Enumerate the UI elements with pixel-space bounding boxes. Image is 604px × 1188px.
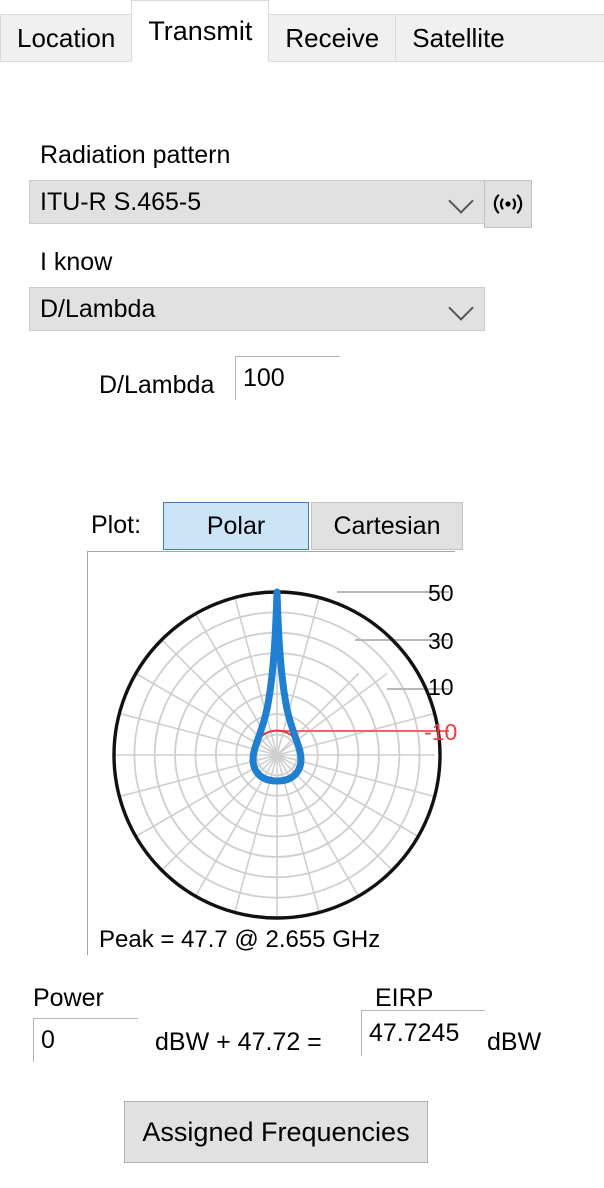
polar-tick-label-10: 10 <box>428 674 454 700</box>
eirp-output <box>361 1010 485 1056</box>
power-equation-text: dBW + 47.72 = <box>155 1028 322 1056</box>
peak-readout: Peak = 47.7 @ 2.655 GHz <box>99 926 381 953</box>
broadcast-icon <box>493 194 523 214</box>
chevron-down-icon <box>448 295 474 321</box>
tab-receive[interactable]: Receive <box>268 14 397 62</box>
pattern-preview-button[interactable] <box>484 180 532 228</box>
plot-toggle-polar[interactable]: Polar <box>163 502 309 550</box>
assigned-frequencies-button[interactable]: Assigned Frequencies <box>124 1101 428 1163</box>
radiation-pattern-value: ITU-R S.465-5 <box>40 187 202 216</box>
tab-strip-filler <box>520 14 604 62</box>
tab-strip: Location Transmit Receive Satellite <box>0 0 604 62</box>
tab-bar: Location Transmit Receive Satellite <box>0 0 604 62</box>
d-lambda-label: D/Lambda <box>99 371 215 399</box>
eirp-label: EIRP <box>375 984 434 1012</box>
i-know-value: D/Lambda <box>40 294 156 323</box>
tab-satellite[interactable]: Satellite <box>395 14 522 62</box>
polar-tick-label-30: 30 <box>428 628 454 654</box>
i-know-label: I know <box>40 248 113 276</box>
d-lambda-input[interactable] <box>235 356 340 400</box>
polar-radiation-chart <box>112 588 449 920</box>
plot-toggle-label: Plot: <box>91 511 142 539</box>
polar-tick-label-50: 50 <box>428 580 454 606</box>
power-input[interactable] <box>33 1018 138 1062</box>
radiation-pattern-label: Radiation pattern <box>40 141 231 169</box>
radiation-pattern-select[interactable]: ITU-R S.465-5 <box>29 180 485 224</box>
chevron-down-icon <box>448 188 474 214</box>
polar-tick-label-minus-10: -10 <box>424 719 458 745</box>
eirp-unit-label: dBW <box>487 1028 542 1056</box>
plot-toggle-cartesian[interactable]: Cartesian <box>311 502 463 550</box>
tab-location[interactable]: Location <box>0 14 133 62</box>
tab-transmit[interactable]: Transmit <box>131 0 270 62</box>
power-label: Power <box>33 984 104 1012</box>
i-know-select[interactable]: D/Lambda <box>29 287 485 331</box>
